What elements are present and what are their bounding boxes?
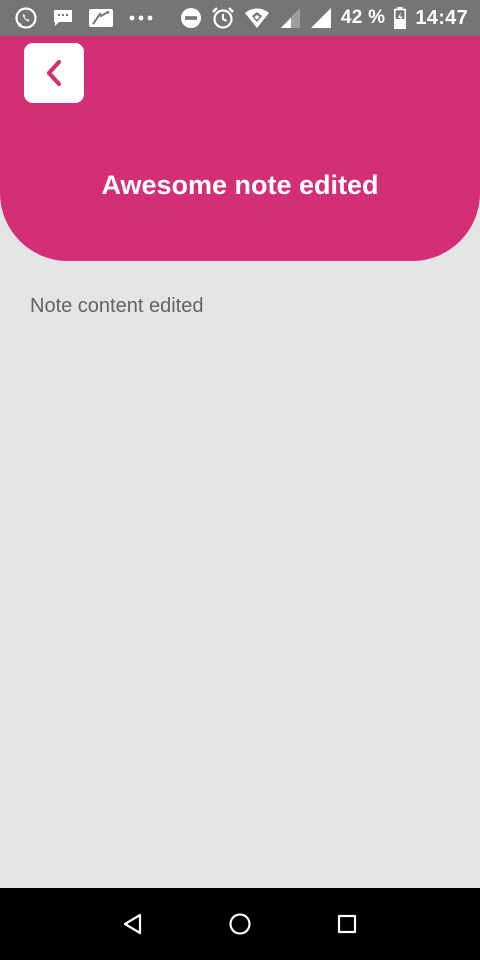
status-bar: 42 % 14:47 bbox=[0, 0, 480, 36]
battery-percent: 42 % bbox=[340, 7, 386, 28]
signal-icon bbox=[279, 7, 301, 29]
note-header: Awesome note edited bbox=[0, 36, 480, 261]
page-title: Awesome note edited bbox=[101, 170, 379, 200]
message-icon bbox=[52, 8, 74, 28]
clock-time: 14:47 bbox=[415, 6, 468, 29]
note-content: Note content edited bbox=[30, 295, 204, 317]
whatsapp-icon bbox=[14, 6, 38, 30]
back-triangle-icon[interactable] bbox=[113, 904, 153, 944]
chevron-left-icon bbox=[40, 57, 68, 89]
more-dots-icon bbox=[128, 14, 154, 22]
gallery-icon bbox=[88, 8, 114, 28]
battery-icon bbox=[394, 7, 407, 29]
wifi-icon bbox=[244, 7, 270, 29]
home-circle-icon[interactable] bbox=[220, 904, 260, 944]
signal-icon-2 bbox=[310, 7, 332, 29]
do-not-disturb-icon bbox=[180, 7, 202, 29]
recents-square-icon[interactable] bbox=[327, 904, 367, 944]
alarm-icon bbox=[211, 6, 235, 30]
back-button[interactable] bbox=[24, 43, 84, 103]
system-nav-bar bbox=[0, 888, 480, 960]
